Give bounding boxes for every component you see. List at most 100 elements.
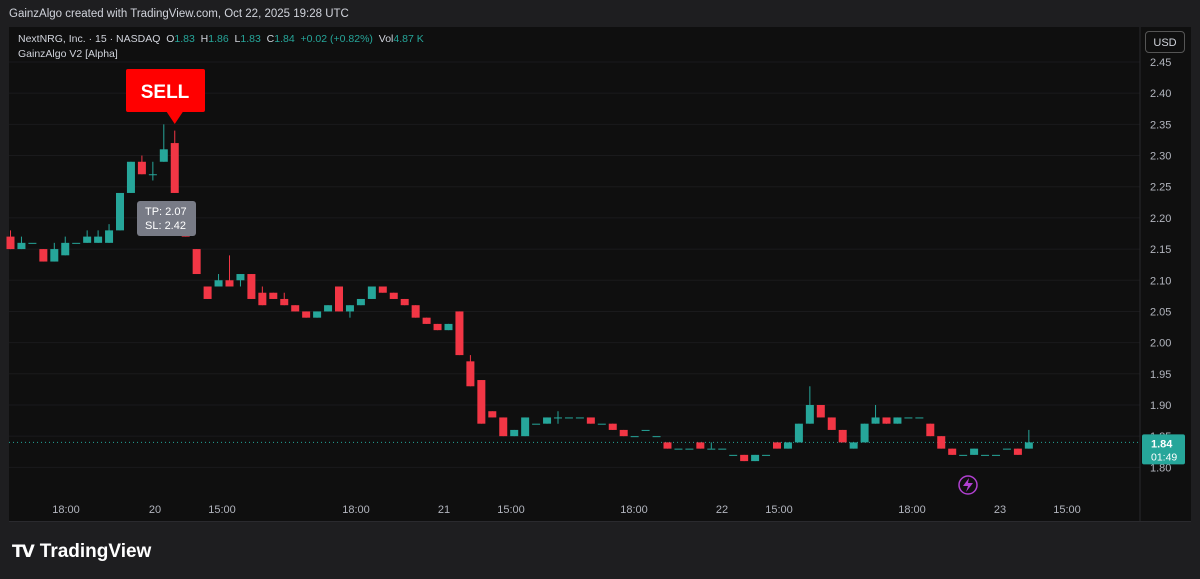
candle[interactable] (685, 448, 694, 450)
candle[interactable] (564, 417, 573, 419)
currency-button[interactable]: USD (1145, 31, 1185, 53)
candle[interactable] (291, 305, 300, 312)
candle[interactable] (378, 286, 387, 293)
candle[interactable] (455, 311, 464, 356)
candle[interactable] (247, 274, 256, 299)
candle[interactable] (816, 404, 825, 418)
candle[interactable] (302, 311, 311, 318)
candle[interactable] (203, 286, 212, 299)
candle[interactable] (345, 305, 354, 318)
candle[interactable] (575, 417, 584, 419)
candle[interactable] (740, 454, 749, 462)
candle[interactable] (1024, 429, 1033, 449)
candle[interactable] (959, 454, 968, 456)
candle[interactable] (718, 448, 727, 450)
candle[interactable] (543, 417, 552, 424)
candle[interactable] (225, 255, 234, 287)
candle[interactable] (751, 454, 760, 462)
candle[interactable] (466, 355, 475, 387)
candle[interactable] (192, 249, 201, 275)
candle[interactable] (926, 423, 935, 437)
candle[interactable] (422, 317, 431, 324)
candle[interactable] (893, 417, 902, 424)
candle[interactable] (630, 436, 639, 438)
candle[interactable] (367, 286, 376, 299)
sell-label[interactable]: SELL (126, 69, 205, 124)
candle[interactable] (324, 305, 333, 312)
candle[interactable] (827, 417, 836, 430)
candle[interactable] (663, 442, 672, 449)
candle[interactable] (105, 224, 114, 243)
candle[interactable] (729, 454, 738, 456)
candle[interactable] (882, 417, 891, 424)
candle[interactable] (981, 454, 990, 456)
candle[interactable] (444, 323, 453, 331)
candle[interactable] (477, 380, 486, 424)
candle[interactable] (94, 230, 103, 243)
candle[interactable] (773, 442, 781, 449)
candle[interactable] (411, 305, 420, 318)
candle[interactable] (335, 286, 343, 312)
candle[interactable] (17, 236, 26, 250)
candle[interactable] (61, 236, 70, 256)
candle[interactable] (356, 298, 365, 306)
candle[interactable] (762, 454, 771, 456)
candle[interactable] (1002, 448, 1011, 450)
candle[interactable] (794, 423, 803, 443)
candle[interactable] (116, 192, 124, 231)
candle[interactable] (970, 448, 979, 455)
candle[interactable] (948, 448, 957, 455)
candle[interactable] (674, 448, 683, 450)
candle[interactable] (488, 411, 497, 418)
candle[interactable] (258, 286, 267, 306)
candle[interactable] (860, 423, 869, 443)
candle[interactable] (805, 386, 814, 424)
candle[interactable] (597, 423, 606, 425)
candle[interactable] (521, 417, 530, 437)
candle[interactable] (148, 161, 157, 181)
candle[interactable] (137, 155, 146, 175)
candle[interactable] (280, 292, 289, 306)
candle[interactable] (554, 411, 562, 424)
candle[interactable] (608, 423, 617, 430)
candle[interactable] (783, 442, 792, 449)
candle[interactable] (83, 230, 92, 243)
tradingview-logo[interactable]: TV TradingView (12, 541, 151, 563)
symbol-name[interactable]: NextNRG, Inc. · 15 · NASDAQ (18, 33, 160, 45)
candle[interactable] (904, 417, 913, 419)
candle[interactable] (72, 242, 81, 244)
candle[interactable] (707, 442, 716, 450)
candle[interactable] (652, 436, 661, 438)
candle[interactable] (586, 417, 595, 424)
candle[interactable] (499, 417, 508, 437)
footer-divider (9, 521, 1191, 522)
candlestick-chart[interactable]: 2.45 2.40 2.35 2.30 2.25 2.20 2.15 2.10 2.05 2.00… (0, 0, 1200, 579)
candle[interactable] (170, 130, 179, 193)
candle[interactable] (1013, 448, 1022, 455)
candle[interactable] (510, 429, 519, 437)
candle[interactable] (6, 230, 15, 250)
candle[interactable] (214, 274, 223, 287)
candle[interactable] (696, 442, 705, 449)
candle[interactable] (532, 423, 541, 425)
indicator-legend[interactable]: GainzAlgo V2 [Alpha] (18, 48, 118, 60)
candle[interactable] (915, 417, 924, 419)
candle[interactable] (389, 292, 398, 299)
candle[interactable] (269, 292, 278, 299)
candle[interactable] (871, 404, 880, 424)
candle[interactable] (313, 311, 322, 318)
candle[interactable] (159, 124, 168, 162)
candle[interactable] (849, 442, 858, 449)
candle[interactable] (992, 454, 1000, 456)
candle[interactable] (641, 429, 650, 431)
candle[interactable] (619, 429, 628, 437)
candle[interactable] (400, 298, 409, 306)
candle[interactable] (433, 323, 442, 331)
lightning-bolt-icon[interactable] (958, 475, 978, 495)
candle[interactable] (126, 161, 135, 193)
candle[interactable] (50, 242, 59, 262)
candle[interactable] (28, 242, 37, 244)
candle[interactable] (39, 249, 48, 262)
candle[interactable] (937, 436, 946, 449)
candle[interactable] (838, 429, 847, 443)
